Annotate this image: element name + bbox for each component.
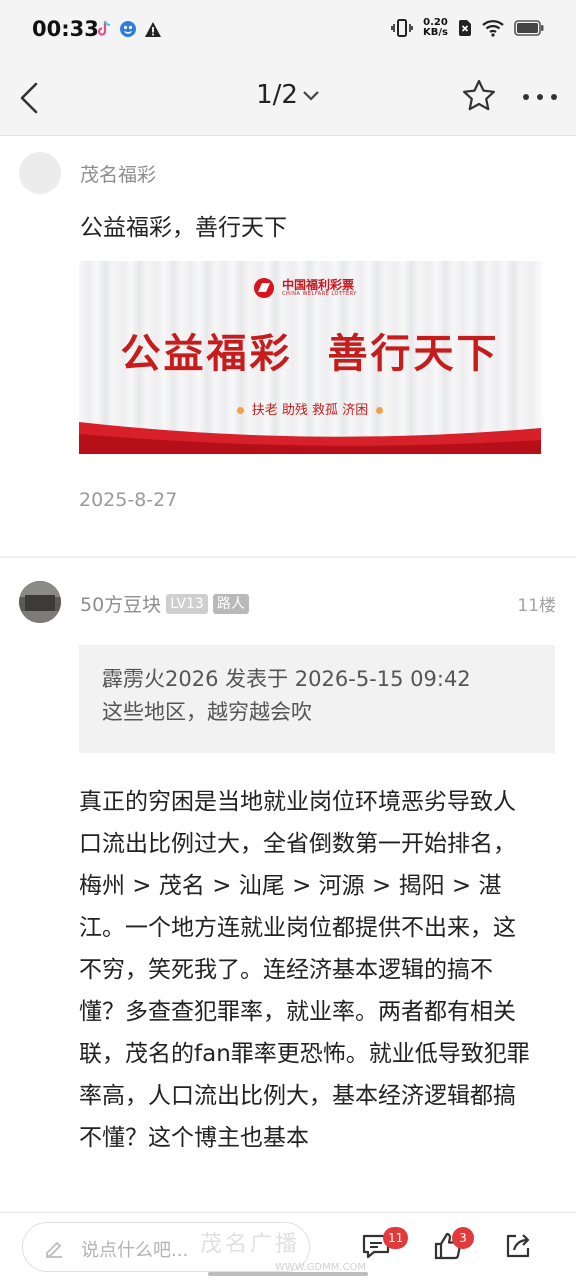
post-author-name[interactable]: 茂名福彩 (80, 160, 156, 187)
page-indicator-label: 1/2 (256, 80, 298, 110)
reply-author: 50方豆块 LV13 路人 (80, 590, 249, 617)
comment-count-badge: 11 (383, 1227, 409, 1249)
share-icon[interactable] (502, 1230, 534, 1262)
reply-author-avatar[interactable] (19, 581, 61, 623)
site-watermark: 茂名广播 (200, 1232, 301, 1257)
status-right-icons: 0.20 KB/s (391, 18, 544, 38)
quoted-reply[interactable]: 霹雳火2026 发表于 2026-5-15 09:42 这些地区，越穷越会吹 (79, 645, 555, 753)
star-icon[interactable] (461, 78, 497, 114)
tiktok-icon (97, 20, 111, 36)
red-wave-decoration (79, 422, 541, 454)
floor-number: 11楼 (517, 596, 556, 616)
post-title: 公益福彩，善行天下 (80, 215, 287, 241)
banner-slogan: 公益福彩 善行天下 (120, 330, 500, 377)
avatar-photo (19, 581, 61, 623)
wifi-icon (482, 20, 504, 37)
post-author-avatar[interactable] (19, 152, 61, 194)
top-nav-bar: 1/2 (0, 60, 576, 136)
pet-app-icon (120, 21, 136, 37)
status-left-icons (96, 20, 162, 38)
quote-text: 这些地区，越穷越会吹 (102, 700, 312, 724)
post-date: 2025-8-27 (79, 489, 178, 511)
home-indicator (208, 1272, 368, 1276)
lottery-logo-en: CHINA WELFARE LOTTERY (282, 290, 357, 297)
battery-icon (514, 20, 544, 36)
bullet-dot-icon (376, 407, 384, 414)
chevron-down-icon (303, 90, 319, 101)
quote-header: 霹雳火2026 发表于 2026-5-15 09:42 (102, 667, 471, 691)
role-badge: 路人 (212, 593, 249, 614)
vibrate-icon (391, 19, 413, 37)
net-speed: 0.20 KB/s (423, 17, 448, 38)
more-icon[interactable] (520, 88, 560, 106)
welfare-lottery-logo-icon (254, 278, 274, 298)
status-time: 00:33 (32, 17, 99, 41)
reply-body: 真正的穷困是当地就业岗位环境恶劣导致人口流出比例过大，全省倒数第一开始排名，梅州… (79, 789, 530, 1151)
sim-x-icon (459, 20, 471, 36)
warning-icon (145, 21, 161, 37)
section-divider (0, 556, 576, 558)
reply-author-name[interactable]: 50方豆块 (80, 590, 161, 617)
bullet-dot-icon (236, 407, 244, 414)
comment-input-placeholder: 说点什么吧... (81, 1240, 189, 1261)
pen-icon (46, 1241, 62, 1258)
lottery-logo-cn: 中国福利彩票 (282, 277, 355, 292)
like-count-badge: 3 (452, 1227, 474, 1249)
status-bar: 00:33 0.20 KB/s (0, 0, 576, 60)
level-badge: LV13 (166, 593, 208, 614)
lottery-logo: 中国福利彩票 CHINA WELFARE LOTTERY (251, 277, 357, 299)
post-banner-image[interactable]: 中国福利彩票 CHINA WELFARE LOTTERY 公益福彩 善行天下 扶… (79, 261, 541, 454)
